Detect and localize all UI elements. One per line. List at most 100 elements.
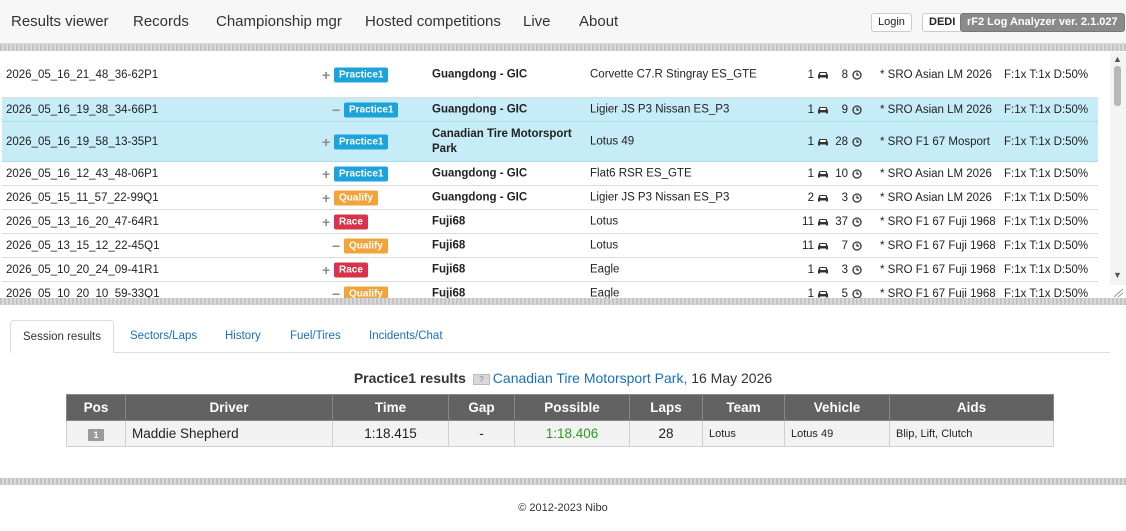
- session-drivers: 1: [790, 136, 814, 148]
- session-id[interactable]: 2026_05_13_15_12_22-45Q1: [6, 240, 159, 252]
- top-navigation: Results viewer Records Championship mgr …: [0, 0, 1126, 44]
- tab-incidents-chat[interactable]: Incidents/Chat: [369, 320, 443, 353]
- col-aids[interactable]: Aids: [889, 394, 1054, 421]
- session-series: * SRO F1 67 Fuji 1968: [880, 287, 996, 299]
- cell-gap: -: [448, 420, 515, 447]
- session-row[interactable]: 2026_05_10_20_24_09-41R1 + Race Fuji68 Eagle…: [2, 258, 1098, 282]
- session-track: Canadian Tire Motorsport Park: [432, 127, 572, 155]
- col-driver[interactable]: Driver: [125, 394, 333, 421]
- expand-icon[interactable]: +: [322, 134, 330, 150]
- scroll-up-arrow-icon[interactable]: ▲: [1113, 54, 1122, 64]
- session-id[interactable]: 2026_05_10_20_10_59-33Q1: [6, 288, 159, 299]
- tab-history[interactable]: History: [225, 320, 261, 353]
- session-drivers: 1: [790, 168, 814, 180]
- session-row[interactable]: 2026_05_16_12_43_48-06P1 + Practice1 Guangd…: [2, 162, 1098, 186]
- session-series: * SRO F1 67 Fuji 1968: [880, 263, 996, 276]
- expand-icon[interactable]: +: [322, 67, 330, 83]
- nav-live[interactable]: Live: [523, 13, 551, 30]
- scrollbar-thumb[interactable]: [1114, 66, 1121, 106]
- sessions-scrollbar[interactable]: ▲: [1110, 52, 1126, 285]
- drivers-count: 1: [807, 287, 814, 299]
- session-row[interactable]: 2026_05_16_19_58_13-35P1 + Practice1 Canadi…: [2, 122, 1098, 162]
- session-row[interactable]: 2026_05_15_11_57_22-99Q1 + Qualify Guangdon…: [2, 186, 1098, 210]
- session-vehicle: Lotus: [590, 239, 619, 251]
- tab-sectors-laps[interactable]: Sectors/Laps: [130, 320, 197, 353]
- drivers-count: 1: [807, 263, 814, 276]
- session-type-badge: Practice1: [334, 166, 389, 181]
- session-row[interactable]: 2026_05_16_21_48_36-62P1 + Practice1 Guangd…: [2, 52, 1098, 98]
- drivers-count: 1: [807, 68, 814, 81]
- scroll-down-arrow-icon[interactable]: ▼: [1113, 270, 1122, 280]
- session-track: Guangdong - GIC: [432, 68, 528, 80]
- cell-vehicle: Lotus 49: [784, 420, 890, 447]
- expand-icon[interactable]: +: [322, 262, 330, 278]
- session-vehicle: Ligier JS P3 Nissan ES_P3: [590, 103, 730, 115]
- session-id[interactable]: 2026_05_16_12_43_48-06P1: [6, 168, 158, 180]
- expand-icon[interactable]: +: [322, 166, 330, 182]
- nav-records[interactable]: Records: [133, 13, 189, 30]
- results-heading: Practice1 results ? Canadian Tire Motorsp…: [0, 370, 1126, 386]
- session-id[interactable]: 2026_05_16_19_38_34-66P1: [6, 104, 158, 116]
- col-pos[interactable]: Pos: [66, 394, 126, 421]
- track-info-icon[interactable]: ?: [472, 373, 490, 385]
- tab-fuel-tires[interactable]: Fuel/Tires: [290, 320, 341, 353]
- table-row[interactable]: 1 Maddie Shepherd 1:18.415 - 1:18.406 28…: [66, 420, 1054, 447]
- session-type-badge: Practice1: [334, 134, 389, 149]
- resize-handle-icon[interactable]: [1112, 287, 1124, 298]
- session-id[interactable]: 2026_05_16_19_58_13-35P1: [6, 136, 158, 148]
- session-laps: 9: [841, 103, 848, 116]
- cell-possible: 1:18.406: [514, 420, 630, 447]
- session-row[interactable]: 2026_05_16_19_38_34-66P1 − Practice1 Guangd…: [2, 98, 1098, 122]
- clock-icon: [852, 216, 862, 227]
- collapse-icon[interactable]: −: [332, 238, 340, 254]
- session-row[interactable]: 2026_05_13_16_20_47-64R1 + Race Fuji68 Lotus…: [2, 210, 1098, 234]
- clock-icon: [852, 69, 862, 80]
- session-multipliers: F:1x T:1x D:50%: [1004, 167, 1089, 180]
- session-series: * SRO F1 67 Fuji 1968: [880, 215, 996, 228]
- session-drivers: 11: [790, 240, 814, 252]
- nav-about[interactable]: About: [579, 13, 618, 30]
- col-possible[interactable]: Possible: [514, 394, 630, 421]
- session-id[interactable]: 2026_05_15_11_57_22-99Q1: [6, 192, 159, 204]
- results-track-link[interactable]: Canadian Tire Motorsport Park,: [493, 370, 688, 386]
- top-splitter[interactable]: [0, 44, 1126, 51]
- session-laps: 3: [841, 191, 848, 204]
- cell-laps: 28: [629, 420, 703, 447]
- session-track: Guangdong - GIC: [432, 103, 528, 115]
- collapse-icon[interactable]: −: [332, 102, 340, 118]
- session-id[interactable]: 2026_05_10_20_24_09-41R1: [6, 264, 159, 276]
- middle-splitter[interactable]: [0, 298, 1126, 305]
- session-multipliers: F:1x T:1x D:50%: [1004, 215, 1089, 228]
- expand-icon[interactable]: +: [322, 190, 330, 206]
- clock-icon: [852, 288, 862, 298]
- session-laps: 3: [841, 263, 848, 276]
- session-type-badge: Qualify: [344, 238, 388, 253]
- session-id[interactable]: 2026_05_16_21_48_36-62P1: [6, 69, 158, 81]
- session-drivers: 2: [790, 192, 814, 204]
- tab-session-results[interactable]: Session results: [10, 320, 114, 353]
- footer-copyright: © 2012-2023 Nibo: [518, 502, 608, 514]
- col-vehicle[interactable]: Vehicle: [784, 394, 890, 421]
- col-team[interactable]: Team: [702, 394, 785, 421]
- session-id[interactable]: 2026_05_13_16_20_47-64R1: [6, 216, 159, 228]
- expand-icon[interactable]: +: [322, 214, 330, 230]
- drivers-count: 11: [802, 215, 814, 228]
- nav-championship-mgr[interactable]: Championship mgr: [216, 13, 342, 30]
- col-gap[interactable]: Gap: [448, 394, 515, 421]
- col-laps[interactable]: Laps: [629, 394, 703, 421]
- session-row[interactable]: 2026_05_10_20_10_59-33Q1 − Qualify Fuji68 Ea…: [2, 282, 1098, 298]
- collapse-icon[interactable]: −: [332, 286, 340, 299]
- nav-results-viewer[interactable]: Results viewer: [11, 13, 109, 30]
- cell-driver[interactable]: Maddie Shepherd: [125, 420, 333, 447]
- session-track: Fuji68: [432, 287, 466, 298]
- dedi-button[interactable]: DEDI: [922, 13, 963, 32]
- session-drivers: 1: [790, 69, 814, 81]
- session-multipliers: F:1x T:1x D:50%: [1004, 135, 1089, 148]
- login-button[interactable]: Login: [871, 13, 912, 32]
- session-laps: 28: [835, 135, 848, 148]
- session-track: Fuji68: [432, 215, 466, 227]
- session-row[interactable]: 2026_05_13_15_12_22-45Q1 − Qualify Fuji68 Lo…: [2, 234, 1098, 258]
- col-time[interactable]: Time: [332, 394, 449, 421]
- nav-hosted-competitions[interactable]: Hosted competitions: [365, 13, 501, 30]
- drivers-count: 1: [807, 103, 814, 116]
